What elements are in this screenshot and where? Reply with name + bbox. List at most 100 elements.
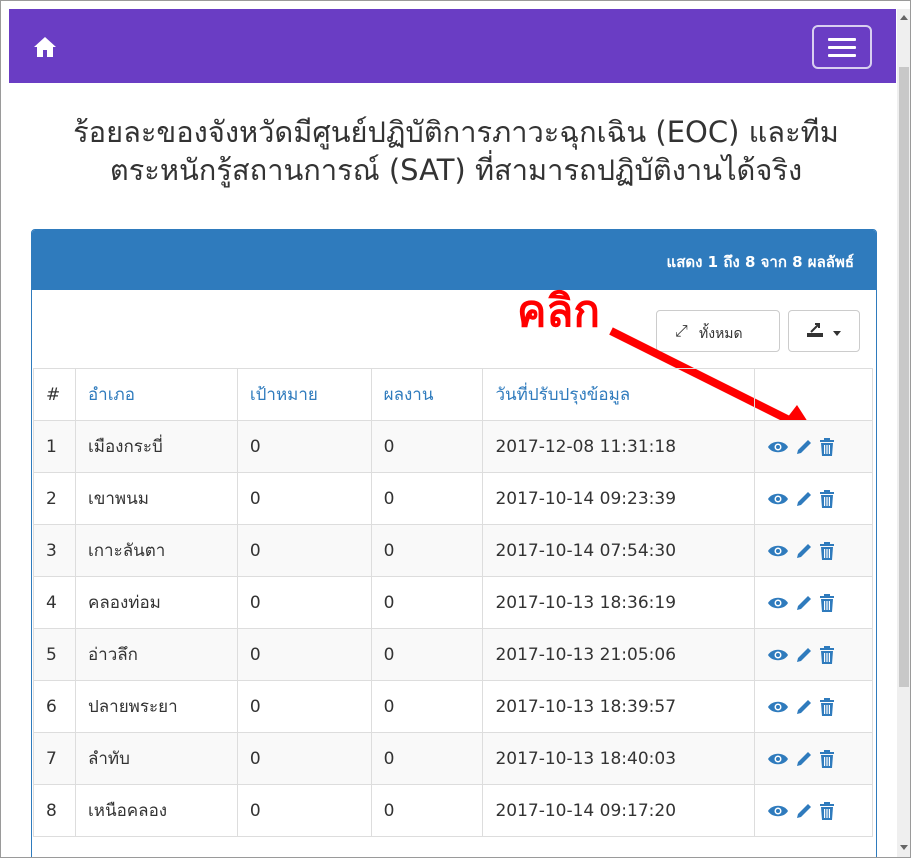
column-header-target[interactable]: เป้าหมาย <box>236 368 372 421</box>
click-annotation-label: คลิก <box>517 286 601 337</box>
target-cell: 0 <box>236 784 372 837</box>
row-number: 8 <box>33 784 76 837</box>
scroll-up-icon[interactable] <box>900 15 908 20</box>
updated-cell: 2017-10-13 21:05:06 <box>482 628 756 681</box>
target-cell: 0 <box>236 576 372 629</box>
page-title: ร้อยละของจังหวัดมีศูนย์ปฏิบัติการภาวะฉุก… <box>21 113 891 189</box>
delete-icon[interactable] <box>819 541 835 561</box>
target-cell: 0 <box>236 420 372 473</box>
amphoe-cell: อ่าวลึก <box>74 628 238 681</box>
results-summary: แสดง 1 ถึง 8 จาก 8 ผลลัพธ์ <box>666 253 854 271</box>
column-header-result[interactable]: ผลงาน <box>370 368 484 421</box>
updated-cell: 2017-10-14 07:54:30 <box>482 524 756 577</box>
actions-cell <box>754 576 873 629</box>
data-table: # อำเภอ เป้าหมาย ผลงาน วันที่ปรับปรุงข้อ… <box>33 368 873 837</box>
result-cell: 0 <box>370 472 484 525</box>
column-header-amphoe[interactable]: อำเภอ <box>74 368 238 421</box>
edit-icon[interactable] <box>795 542 813 560</box>
updated-cell: 2017-10-13 18:39:57 <box>482 680 756 733</box>
amphoe-cell: คลองท่อม <box>74 576 238 629</box>
amphoe-cell: เขาพนม <box>74 472 238 525</box>
amphoe-cell: ลำทับ <box>74 732 238 785</box>
amphoe-cell: เกาะลันตา <box>74 524 238 577</box>
view-icon[interactable] <box>767 543 789 559</box>
row-number: 5 <box>33 628 76 681</box>
delete-icon[interactable] <box>819 697 835 717</box>
page-title-line-1: ร้อยละของจังหวัดมีศูนย์ปฏิบัติการภาวะฉุก… <box>73 115 839 149</box>
view-icon[interactable] <box>767 595 789 611</box>
actions-cell <box>754 680 873 733</box>
table-row: 1 เมืองกระบี่ 0 0 2017-12-08 11:31:18 <box>33 420 873 473</box>
edit-icon[interactable] <box>795 438 813 456</box>
table-body: 1 เมืองกระบี่ 0 0 2017-12-08 11:31:18 2 เขาพนม… <box>33 420 873 837</box>
target-cell: 0 <box>236 680 372 733</box>
target-cell: 0 <box>236 524 372 577</box>
updated-cell: 2017-10-13 18:40:03 <box>482 732 756 785</box>
updated-cell: 2017-10-14 09:17:20 <box>482 784 756 837</box>
panel-header: แสดง 1 ถึง 8 จาก 8 ผลลัพธ์ <box>32 230 876 290</box>
table-row: 5 อ่าวลึก 0 0 2017-10-13 21:05:06 <box>33 628 873 681</box>
result-cell: 0 <box>370 784 484 837</box>
edit-icon[interactable] <box>795 698 813 716</box>
target-cell: 0 <box>236 628 372 681</box>
scrollbar[interactable] <box>897 9 910 857</box>
actions-cell <box>754 732 873 785</box>
delete-icon[interactable] <box>819 749 835 769</box>
edit-icon[interactable] <box>795 750 813 768</box>
actions-cell <box>754 420 873 473</box>
table-row: 4 คลองท่อม 0 0 2017-10-13 18:36:19 <box>33 576 873 629</box>
delete-icon[interactable] <box>819 801 835 821</box>
column-header-updated[interactable]: วันที่ปรับปรุงข้อมูล <box>482 368 756 421</box>
view-icon[interactable] <box>767 491 789 507</box>
table-row: 3 เกาะลันตา 0 0 2017-10-14 07:54:30 <box>33 524 873 577</box>
table-row: 7 ลำทับ 0 0 2017-10-13 18:40:03 <box>33 732 873 785</box>
row-number: 3 <box>33 524 76 577</box>
column-header-number[interactable]: # <box>33 368 76 421</box>
table-row: 6 ปลายพระยา 0 0 2017-10-13 18:39:57 <box>33 680 873 733</box>
edit-icon[interactable] <box>795 490 813 508</box>
result-cell: 0 <box>370 524 484 577</box>
delete-icon[interactable] <box>819 437 835 457</box>
delete-icon[interactable] <box>819 645 835 665</box>
chevron-down-icon <box>833 331 841 336</box>
view-icon[interactable] <box>767 647 789 663</box>
table-row: 8 เหนือคลอง 0 0 2017-10-14 09:17:20 <box>33 784 873 837</box>
row-number: 6 <box>33 680 76 733</box>
home-icon[interactable] <box>31 33 59 61</box>
view-icon[interactable] <box>767 751 789 767</box>
scroll-down-icon[interactable] <box>900 845 908 850</box>
top-navbar <box>9 9 896 83</box>
row-number: 7 <box>33 732 76 785</box>
result-cell: 0 <box>370 628 484 681</box>
view-icon[interactable] <box>767 699 789 715</box>
menu-toggle-button[interactable] <box>812 25 872 69</box>
actions-cell <box>754 784 873 837</box>
actions-cell <box>754 524 873 577</box>
result-cell: 0 <box>370 576 484 629</box>
page-title-line-2: ตระหนักรู้สถานการณ์ (SAT) ที่สามารถปฏิบั… <box>109 153 803 187</box>
column-header-actions <box>754 368 873 421</box>
delete-icon[interactable] <box>819 593 835 613</box>
view-icon[interactable] <box>767 803 789 819</box>
result-cell: 0 <box>370 420 484 473</box>
actions-cell <box>754 472 873 525</box>
edit-icon[interactable] <box>795 646 813 664</box>
edit-icon[interactable] <box>795 594 813 612</box>
target-cell: 0 <box>236 732 372 785</box>
result-cell: 0 <box>370 680 484 733</box>
result-cell: 0 <box>370 732 484 785</box>
updated-cell: 2017-12-08 11:31:18 <box>482 420 756 473</box>
row-number: 4 <box>33 576 76 629</box>
amphoe-cell: เมืองกระบี่ <box>74 420 238 473</box>
updated-cell: 2017-10-14 09:23:39 <box>482 472 756 525</box>
target-cell: 0 <box>236 472 372 525</box>
browser-frame: ร้อยละของจังหวัดมีศูนย์ปฏิบัติการภาวะฉุก… <box>0 0 911 858</box>
row-number: 2 <box>33 472 76 525</box>
delete-icon[interactable] <box>819 489 835 509</box>
view-icon[interactable] <box>767 439 789 455</box>
actions-cell <box>754 628 873 681</box>
table-header-row: # อำเภอ เป้าหมาย ผลงาน วันที่ปรับปรุงข้อ… <box>33 368 873 421</box>
scrollbar-thumb[interactable] <box>899 67 909 687</box>
edit-icon[interactable] <box>795 802 813 820</box>
amphoe-cell: ปลายพระยา <box>74 680 238 733</box>
